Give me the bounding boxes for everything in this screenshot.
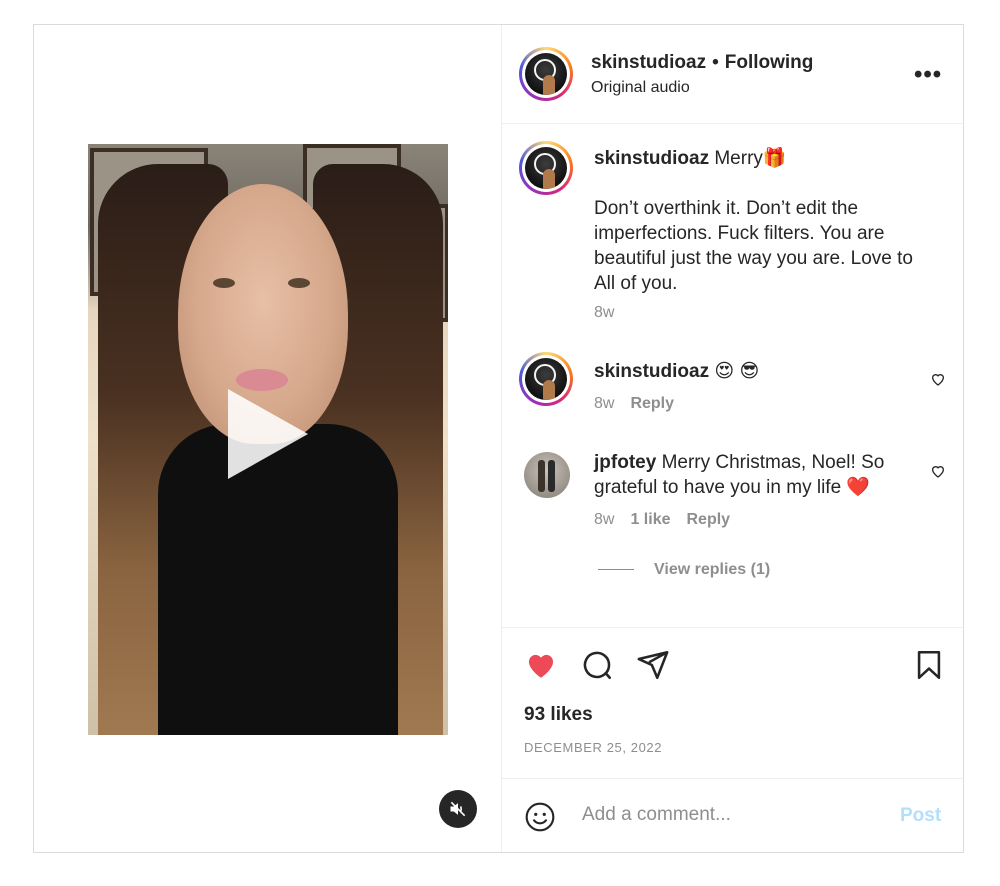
likes-count[interactable]: 93 likes — [524, 704, 593, 726]
heart-icon[interactable] — [524, 648, 558, 682]
comment-text: jpfotey Merry Christmas, Noel! So gratef… — [594, 450, 924, 500]
caption-time: 8w — [594, 304, 615, 321]
comment-text: skinstudioaz 😍 😎 — [594, 359, 924, 384]
post-header: skinstudioaz • Following Original audio ••… — [502, 25, 965, 124]
username-link[interactable]: skinstudioaz — [594, 361, 709, 382]
more-icon[interactable]: ••• — [914, 61, 942, 89]
following-button[interactable]: Following — [725, 52, 814, 73]
separator: • — [712, 52, 719, 73]
audio-link[interactable]: Original audio — [591, 79, 690, 97]
avatar[interactable] — [524, 452, 570, 498]
comment-meta: 8w Reply — [594, 395, 674, 413]
comments-list[interactable]: skinstudioaz Merry🎁 Don’t overthink it. … — [502, 124, 965, 627]
caption-body: Don’t overthink it. Don’t edit the imper… — [594, 198, 913, 294]
eye — [288, 278, 310, 288]
view-replies-label: View replies (1) — [654, 561, 771, 578]
comment-body: 😍 😎 — [714, 361, 760, 382]
comment-composer: Post — [502, 778, 965, 853]
comment-icon[interactable] — [580, 648, 614, 682]
comment-time: 8w — [594, 395, 615, 412]
comment-meta: 8w 1 like Reply — [594, 511, 730, 529]
comment-input[interactable] — [580, 799, 884, 831]
lips — [236, 369, 288, 391]
share-icon[interactable] — [636, 648, 670, 682]
mute-icon[interactable] — [439, 790, 477, 828]
actions-bar: 93 likes DECEMBER 25, 2022 — [502, 627, 965, 778]
reply-button[interactable]: Reply — [686, 511, 730, 528]
view-replies-button[interactable]: View replies (1) — [598, 561, 770, 579]
caption-first-line: Merry🎁 — [714, 148, 787, 169]
username-link[interactable]: skinstudioaz — [594, 148, 709, 169]
post-card: skinstudioaz • Following Original audio ••… — [33, 24, 966, 853]
reply-button[interactable]: Reply — [630, 395, 674, 412]
post-button[interactable]: Post — [900, 805, 941, 827]
post-date: DECEMBER 25, 2022 — [524, 740, 663, 755]
avatar[interactable] — [519, 352, 573, 406]
comment-time: 8w — [594, 511, 615, 528]
media-panel — [34, 25, 501, 852]
header-title: skinstudioaz • Following — [591, 52, 813, 74]
divider — [598, 569, 634, 571]
eye — [213, 278, 235, 288]
emoji-icon[interactable] — [524, 801, 556, 833]
likes-count[interactable]: 1 like — [630, 511, 670, 528]
bookmark-icon[interactable] — [912, 648, 946, 682]
username-link[interactable]: skinstudioaz — [591, 52, 706, 73]
caption-header: skinstudioaz Merry🎁 — [594, 146, 924, 171]
heart-icon[interactable] — [930, 463, 946, 479]
avatar[interactable] — [519, 141, 573, 195]
avatar[interactable] — [519, 47, 573, 101]
play-icon[interactable] — [228, 389, 308, 479]
side-panel: skinstudioaz • Following Original audio ••… — [501, 25, 966, 852]
username-link[interactable]: jpfotey — [594, 452, 656, 473]
heart-icon[interactable] — [930, 371, 946, 387]
video-player[interactable] — [88, 144, 448, 735]
